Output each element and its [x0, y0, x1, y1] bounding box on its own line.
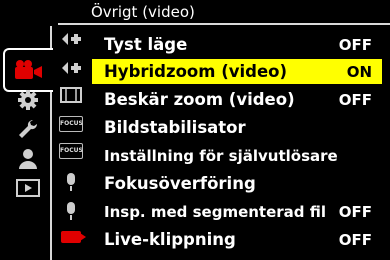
- tab-playback[interactable]: [7, 176, 49, 200]
- menu-item-value: OFF: [338, 231, 372, 249]
- sub-tab-6[interactable]: [56, 167, 86, 191]
- tab-my-menu[interactable]: [7, 147, 49, 171]
- dpad-plus-icon: [62, 33, 81, 45]
- wrench-icon: [19, 119, 38, 138]
- menu-item-label: Hybridzoom (video): [104, 62, 288, 81]
- microphone-icon-2: [67, 202, 75, 220]
- menu-item-label: Inställning för självutlösare: [104, 147, 338, 165]
- sub-tab-4[interactable]: FOCUS: [56, 112, 86, 136]
- sub-tab-8[interactable]: [56, 225, 86, 249]
- menu-item-sjalvutlosare[interactable]: Inställning för självutlösare: [92, 143, 382, 168]
- menu-item-beskar-zoom[interactable]: Beskär zoom (video) OFF: [92, 87, 382, 112]
- sub-tab-7[interactable]: [56, 196, 86, 220]
- menu-item-fokusoverforing[interactable]: Fokusöverföring: [92, 171, 382, 196]
- menu-item-label: Bildstabilisator: [104, 118, 246, 137]
- menu-item-label: Tyst läge: [104, 35, 188, 54]
- menu-item-bildstabilisator[interactable]: Bildstabilisator: [92, 115, 382, 140]
- page-title: Övrigt (video): [91, 3, 195, 21]
- menu-item-value: ON: [346, 63, 372, 81]
- sub-tabs: FOCUS FOCUS: [52, 26, 88, 260]
- tab-video[interactable]: [3, 48, 53, 92]
- menu-item-value: OFF: [338, 203, 372, 221]
- menu-item-value: OFF: [338, 36, 372, 54]
- red-camera-icon: [61, 231, 86, 243]
- menu-item-value: OFF: [338, 91, 372, 109]
- menu-header: Övrigt (video): [58, 0, 390, 26]
- sub-tab-1[interactable]: [56, 27, 86, 51]
- menu-item-label: Beskär zoom (video): [104, 90, 295, 109]
- menu-item-tyst-lage[interactable]: Tyst läge OFF: [92, 32, 382, 57]
- dpad-plus-icon-2: [62, 62, 81, 74]
- focus-box-icon-2: FOCUS: [59, 143, 83, 159]
- menu-item-label: Insp. med segmenterad fil: [104, 203, 327, 221]
- tab-setup[interactable]: [7, 117, 49, 141]
- playback-icon: [16, 179, 40, 197]
- person-icon: [19, 149, 37, 169]
- microphone-icon: [67, 173, 75, 191]
- video-camera-icon: [15, 60, 42, 79]
- menu-item-live-klippning[interactable]: Live-klippning OFF: [92, 227, 382, 252]
- gear-icon: [18, 90, 38, 110]
- menu-item-label: Fokusöverföring: [104, 174, 256, 193]
- menu-item-hybridzoom[interactable]: Hybridzoom (video) ON: [92, 59, 382, 84]
- tab-custom[interactable]: [7, 88, 49, 112]
- header-divider: [58, 23, 390, 25]
- sub-tab-5[interactable]: FOCUS: [56, 139, 86, 163]
- category-tabs: [0, 0, 53, 260]
- film-frame-icon: [60, 87, 82, 103]
- menu-item-label: Live-klippning: [104, 230, 236, 249]
- sub-tab-2[interactable]: [56, 56, 86, 80]
- sub-tab-3[interactable]: [56, 83, 86, 107]
- menu-item-segmenterad-fil[interactable]: Insp. med segmenterad fil OFF: [92, 199, 382, 224]
- focus-box-icon: FOCUS: [59, 116, 83, 132]
